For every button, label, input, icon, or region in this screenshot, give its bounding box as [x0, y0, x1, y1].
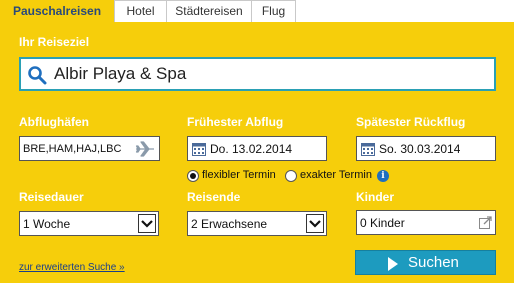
airports-label: Abflughäfen	[19, 115, 89, 129]
airports-field[interactable]: BRE,HAM,HAJ,LBC	[19, 136, 160, 161]
radio-exact-label[interactable]: exakter Termin	[300, 169, 372, 181]
duration-label: Reisedauer	[19, 190, 84, 204]
radio-flexible[interactable]	[187, 170, 199, 182]
destination-value: Albir Playa & Spa	[54, 64, 187, 83]
play-icon	[388, 257, 398, 271]
duration-value: 1 Woche	[23, 217, 71, 231]
search-icon	[28, 66, 47, 85]
external-popup-icon[interactable]	[479, 216, 492, 229]
latest-return-value: So. 30.03.2014	[379, 142, 461, 156]
tab-flug[interactable]: Flug	[251, 0, 296, 22]
earliest-departure-label: Frühester Abflug	[187, 115, 284, 129]
tab-staedtereisen[interactable]: Städtereisen	[166, 0, 252, 22]
children-field[interactable]: 0 Kinder	[356, 210, 496, 235]
duration-select[interactable]: 1 Woche	[19, 211, 159, 236]
radio-flexible-label[interactable]: flexibler Termin	[202, 169, 276, 181]
latest-return-label: Spätester Rückflug	[356, 115, 466, 129]
chevron-down-icon[interactable]	[138, 214, 156, 233]
search-button[interactable]: Suchen	[355, 250, 496, 275]
info-icon[interactable]: i	[377, 170, 389, 182]
children-value: 0 Kinder	[360, 216, 405, 230]
calendar-icon	[361, 143, 375, 156]
radio-exact[interactable]	[285, 170, 297, 182]
tab-pauschalreisen[interactable]: Pauschalreisen	[0, 0, 114, 23]
tab-hotel[interactable]: Hotel	[114, 0, 167, 22]
search-tabs: Pauschalreisen Hotel Städtereisen Flug	[0, 0, 514, 23]
earliest-departure-value: Do. 13.02.2014	[210, 142, 293, 156]
destination-input[interactable]: Albir Playa & Spa	[19, 57, 496, 91]
children-label: Kinder	[356, 190, 395, 204]
airports-value: BRE,HAM,HAJ,LBC	[23, 143, 121, 155]
advanced-search-link[interactable]: zur erweiterten Suche »	[19, 262, 125, 273]
travellers-select[interactable]: 2 Erwachsene	[187, 211, 327, 236]
destination-label: Ihr Reiseziel	[19, 35, 90, 49]
travellers-value: 2 Erwachsene	[191, 217, 268, 231]
chevron-down-icon[interactable]	[306, 214, 324, 233]
travellers-label: Reisende	[187, 190, 241, 204]
calendar-icon	[192, 143, 206, 156]
earliest-departure-field[interactable]: Do. 13.02.2014	[187, 136, 327, 161]
search-button-label: Suchen	[408, 254, 459, 271]
latest-return-field[interactable]: So. 30.03.2014	[356, 136, 496, 161]
airplane-icon[interactable]	[135, 140, 155, 158]
